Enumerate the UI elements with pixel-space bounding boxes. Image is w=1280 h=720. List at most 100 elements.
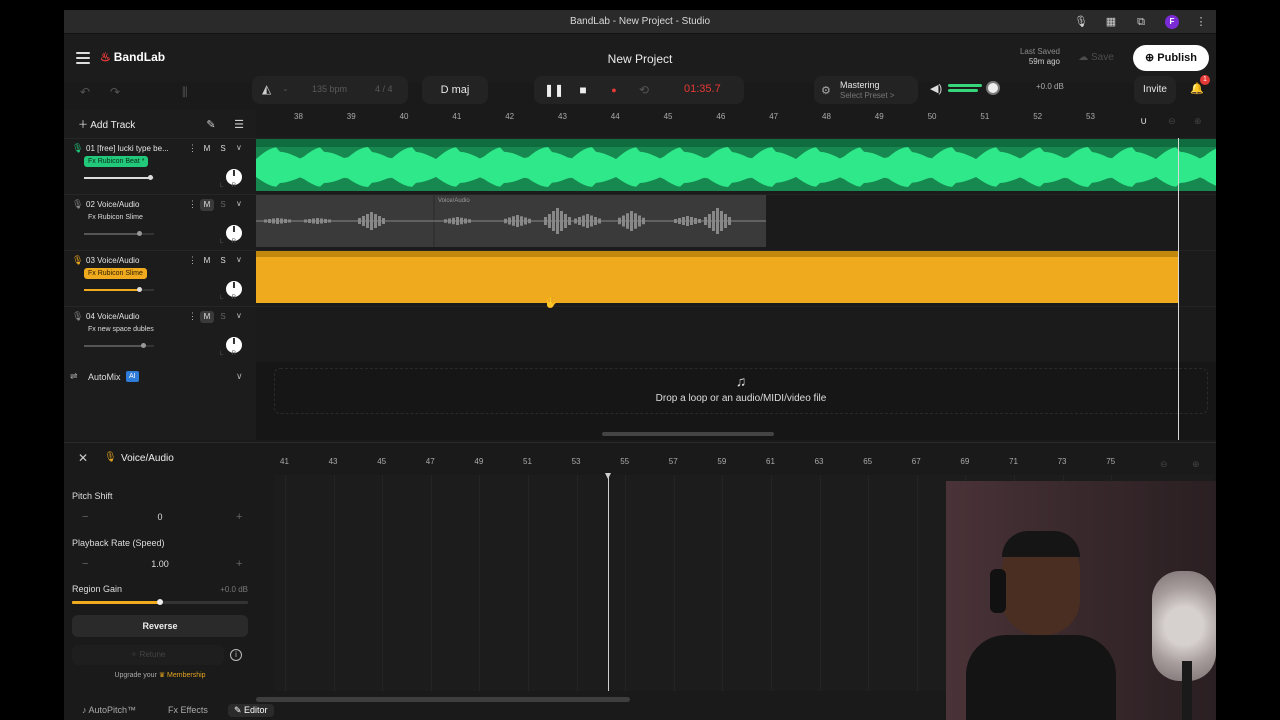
solo-button[interactable]: S	[218, 255, 228, 267]
playback-rate-value[interactable]: 1.00	[72, 559, 248, 569]
playback-rate-stepper[interactable]: − 1.00 +	[72, 556, 248, 574]
redo-icon[interactable]: ↷	[110, 80, 120, 104]
more-options-icon[interactable]: ⋮	[188, 311, 197, 322]
chevron-down-icon[interactable]: ∨	[236, 199, 242, 208]
bpm-value[interactable]: 135 bpm	[312, 84, 347, 94]
editor-grid-line	[285, 475, 286, 691]
info-icon[interactable]: i	[230, 649, 242, 661]
plus-icon[interactable]: +	[236, 511, 242, 523]
editor-grid-line	[673, 475, 675, 691]
microphone-icon[interactable]: 🎙	[1074, 15, 1088, 29]
tab-autopitch[interactable]: ♪ AutoPitch™	[82, 705, 136, 715]
track-header-03[interactable]: 🎙 03 Voice/Audio Fx Rubicon Slime ⋮ M S …	[64, 250, 256, 306]
track-header-02[interactable]: 🎙 02 Voice/Audio Fx Rubicon Slime ⋮ M S …	[64, 194, 256, 250]
fx-badge[interactable]: Fx Rubicon Slime	[84, 212, 147, 223]
retune-button[interactable]: ✧ Retune	[72, 645, 224, 665]
add-track-button[interactable]: ＋ Add Track	[72, 114, 148, 138]
fx-badge[interactable]: Fx new space dubles	[84, 324, 158, 335]
save-button[interactable]: ☁ Save	[1066, 46, 1126, 70]
fx-badge[interactable]: Fx Rubicon Slime	[84, 268, 147, 279]
volume-knob[interactable]	[148, 175, 153, 180]
audio-region-voice-02[interactable]	[256, 195, 766, 247]
zoom-in-icon[interactable]: ⊕	[1194, 116, 1202, 127]
mute-button[interactable]: M	[200, 255, 214, 267]
mastering-button[interactable]: ⚙ Mastering Select Preset >	[814, 76, 918, 104]
chevron-down-icon[interactable]: ∨	[236, 143, 242, 152]
publish-button[interactable]: ⊕ Publish	[1133, 45, 1209, 71]
chevron-down-icon[interactable]: ∨	[236, 371, 243, 382]
mute-button[interactable]: M	[200, 143, 214, 155]
editor-horizontal-scrollbar[interactable]	[256, 697, 630, 702]
keyboard-icon[interactable]: ▦	[1104, 15, 1118, 29]
volume-knob[interactable]	[141, 343, 146, 348]
stop-icon[interactable]: ■	[575, 82, 591, 98]
master-volume-slider[interactable]	[986, 81, 1000, 95]
pitch-shift-value[interactable]: 0	[72, 512, 248, 522]
profile-avatar[interactable]: F	[1165, 15, 1179, 29]
chevron-down-icon[interactable]: ⌄	[282, 84, 289, 93]
zoom-in-icon[interactable]: ⊕	[1192, 459, 1200, 470]
zoom-out-icon[interactable]: ⊖	[1168, 116, 1176, 127]
invite-button[interactable]: Invite	[1134, 76, 1176, 104]
magnet-icon[interactable]: ∪	[1140, 116, 1147, 127]
gain-knob[interactable]	[157, 599, 163, 605]
editor-ruler-tick: 47	[425, 457, 435, 466]
key-selector[interactable]: D maj	[422, 76, 488, 104]
audio-region-voice-03[interactable]	[256, 251, 1178, 303]
time-signature[interactable]: 4 / 4	[375, 84, 393, 94]
mute-button[interactable]: M	[200, 199, 214, 211]
audio-region-beat[interactable]	[256, 139, 1216, 191]
volume-knob[interactable]	[137, 231, 142, 236]
solo-button[interactable]: S	[218, 311, 228, 323]
timeline-ruler[interactable]: 38 39 40 41 42 43 44 45 46 47 48 49 50 51 52 53	[256, 110, 1216, 138]
chevron-down-icon[interactable]: ∨	[236, 255, 242, 264]
close-icon[interactable]: ✕	[78, 451, 88, 465]
editor-grid-line	[625, 475, 627, 691]
reverse-button[interactable]: Reverse	[72, 615, 248, 637]
notification-badge: 1	[1200, 75, 1210, 85]
ruler-tick: 43	[558, 112, 567, 121]
volume-knob[interactable]	[137, 287, 142, 292]
chevron-down-icon[interactable]: ∨	[236, 311, 242, 320]
horizontal-scrollbar[interactable]	[602, 432, 774, 436]
editor-ruler-tick: 55	[620, 457, 630, 466]
tab-effects[interactable]: Fx Effects	[168, 705, 208, 715]
region-gain-slider[interactable]	[72, 599, 248, 605]
more-options-icon[interactable]: ⋮	[188, 143, 197, 154]
plus-icon[interactable]: +	[236, 558, 242, 570]
solo-button[interactable]: S	[218, 199, 228, 211]
track-header-04[interactable]: 🎙 04 Voice/Audio Fx new space dubles ⋮ M…	[64, 306, 256, 362]
mute-button[interactable]: M	[200, 311, 214, 323]
track-header-01[interactable]: 🎙 01 [free] lucki type be... Fx Rubicon …	[64, 138, 256, 194]
more-options-icon[interactable]: ⋮	[188, 255, 197, 266]
save-label: Save	[1090, 52, 1114, 63]
extensions-icon[interactable]: ⧉	[1134, 15, 1148, 29]
fx-badge[interactable]: Fx Rubicon Beat *	[84, 156, 149, 167]
zoom-out-icon[interactable]: ⊖	[1160, 459, 1168, 470]
instrument-icon[interactable]: ⫼	[182, 80, 188, 104]
more-menu-icon[interactable]: ⋮	[1194, 15, 1208, 29]
undo-icon[interactable]: ↶	[80, 80, 90, 104]
pitch-shift-stepper[interactable]: − 0 +	[72, 509, 248, 527]
solo-button[interactable]: S	[218, 143, 228, 155]
record-icon[interactable]: ●	[606, 82, 622, 98]
more-options-icon[interactable]: ⋮	[188, 199, 197, 210]
membership-link[interactable]: ♛ Membership	[159, 672, 206, 679]
editor-playhead[interactable]	[608, 473, 609, 691]
arrangement-timeline[interactable]: 38 39 40 41 42 43 44 45 46 47 48 49 50 51 52 53 ∪ ⊖ ⊕ V…	[256, 110, 1216, 440]
pause-icon[interactable]: ❚❚	[544, 82, 564, 98]
editor-grid-line	[479, 475, 481, 691]
mixer-settings-icon[interactable]: ☰	[230, 116, 248, 134]
automix-row[interactable]: ⇌ AutoMix AI ∨	[64, 366, 256, 388]
volume-slider[interactable]	[84, 231, 154, 236]
tab-editor[interactable]: ✎ Editor	[228, 704, 274, 717]
pencil-icon[interactable]: ✎	[202, 116, 220, 134]
editor-ruler[interactable]: 41 43 45 47 49 51 53 55 57 59 61 63 65 67 69 71 73 75	[274, 443, 1214, 475]
metronome-icon[interactable]: ◭	[262, 82, 271, 96]
volume-slider[interactable]	[84, 287, 154, 292]
drop-zone[interactable]: ♫ Drop a loop or an audio/MIDI/video fil…	[274, 368, 1208, 414]
volume-slider[interactable]	[84, 175, 154, 180]
loop-icon[interactable]: ⟲	[636, 82, 652, 98]
speaker-icon[interactable]: ◀)	[930, 82, 942, 95]
volume-slider[interactable]	[84, 343, 154, 348]
